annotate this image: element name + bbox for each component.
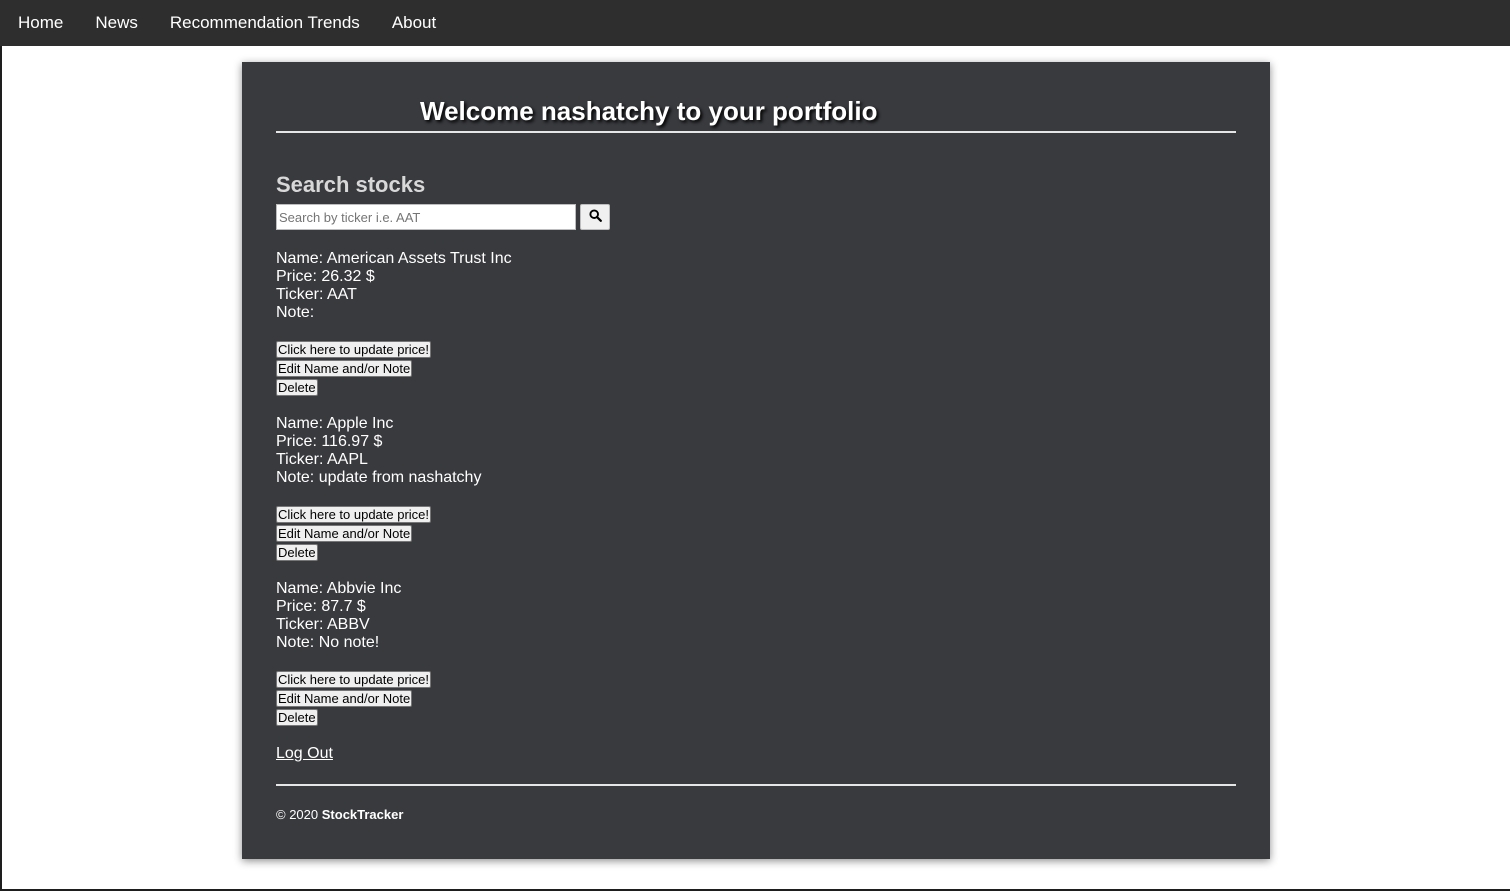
delete-button[interactable]: Delete [276, 544, 318, 561]
nav-about-link[interactable]: About [376, 0, 452, 46]
stock-ticker: Ticker: AAT [276, 286, 357, 303]
search-bar [276, 204, 610, 230]
header-divider [276, 131, 1236, 133]
edit-name-note-button[interactable]: Edit Name and/or Note [276, 690, 413, 707]
stock-item-aapl: Name: Apple Inc Price: 116.97 $ Ticker: … [276, 415, 512, 580]
update-price-button[interactable]: Click here to update price! [276, 506, 432, 523]
nav-home-link[interactable]: Home [0, 0, 79, 46]
stock-note: Note: [276, 304, 315, 321]
logout-link[interactable]: Log Out [276, 745, 333, 763]
stock-name: Name: Apple Inc [276, 415, 394, 432]
update-price-button[interactable]: Click here to update price! [276, 341, 432, 358]
search-icon [588, 209, 602, 225]
edit-name-note-button[interactable]: Edit Name and/or Note [276, 525, 413, 542]
stock-actions: Click here to update price! Edit Name an… [276, 506, 432, 563]
delete-button[interactable]: Delete [276, 709, 318, 726]
stock-price: Price: 116.97 $ [276, 433, 383, 450]
stock-ticker: Ticker: AAPL [276, 451, 368, 468]
stock-name: Name: Abbvie Inc [276, 580, 402, 597]
stock-price: Price: 87.7 $ [276, 598, 366, 615]
stock-list: Name: American Assets Trust Inc Price: 2… [276, 250, 512, 745]
footer-divider [276, 784, 1236, 786]
footer: © 2020 StockTracker [276, 807, 403, 822]
nav-recommendation-trends-link[interactable]: Recommendation Trends [154, 0, 376, 46]
stock-item-aat: Name: American Assets Trust Inc Price: 2… [276, 250, 512, 415]
edit-name-note-button[interactable]: Edit Name and/or Note [276, 360, 413, 377]
search-heading: Search stocks [276, 172, 426, 197]
update-price-button[interactable]: Click here to update price! [276, 671, 432, 688]
stock-actions: Click here to update price! Edit Name an… [276, 341, 432, 398]
welcome-title: Welcome nashatchy to your portfolio [420, 96, 878, 126]
footer-brand: StockTracker [321, 807, 404, 822]
search-input[interactable] [276, 204, 576, 230]
search-button[interactable] [580, 204, 610, 230]
portfolio-card: Welcome nashatchy to your portfolio Sear… [242, 62, 1270, 859]
stock-item-abbv: Name: Abbvie Inc Price: 87.7 $ Ticker: A… [276, 580, 512, 745]
stock-note: Note: No note! [276, 634, 380, 651]
stock-name: Name: American Assets Trust Inc [276, 250, 512, 267]
stock-note: Note: update from nashatchy [276, 469, 482, 486]
stock-ticker: Ticker: ABBV [276, 616, 370, 633]
stock-actions: Click here to update price! Edit Name an… [276, 671, 432, 728]
nav-news-link[interactable]: News [79, 0, 154, 46]
stock-price: Price: 26.32 $ [276, 268, 375, 285]
footer-copyright: © 2020 [276, 807, 319, 822]
delete-button[interactable]: Delete [276, 379, 318, 396]
top-nav: Home News Recommendation Trends About [0, 0, 1510, 46]
